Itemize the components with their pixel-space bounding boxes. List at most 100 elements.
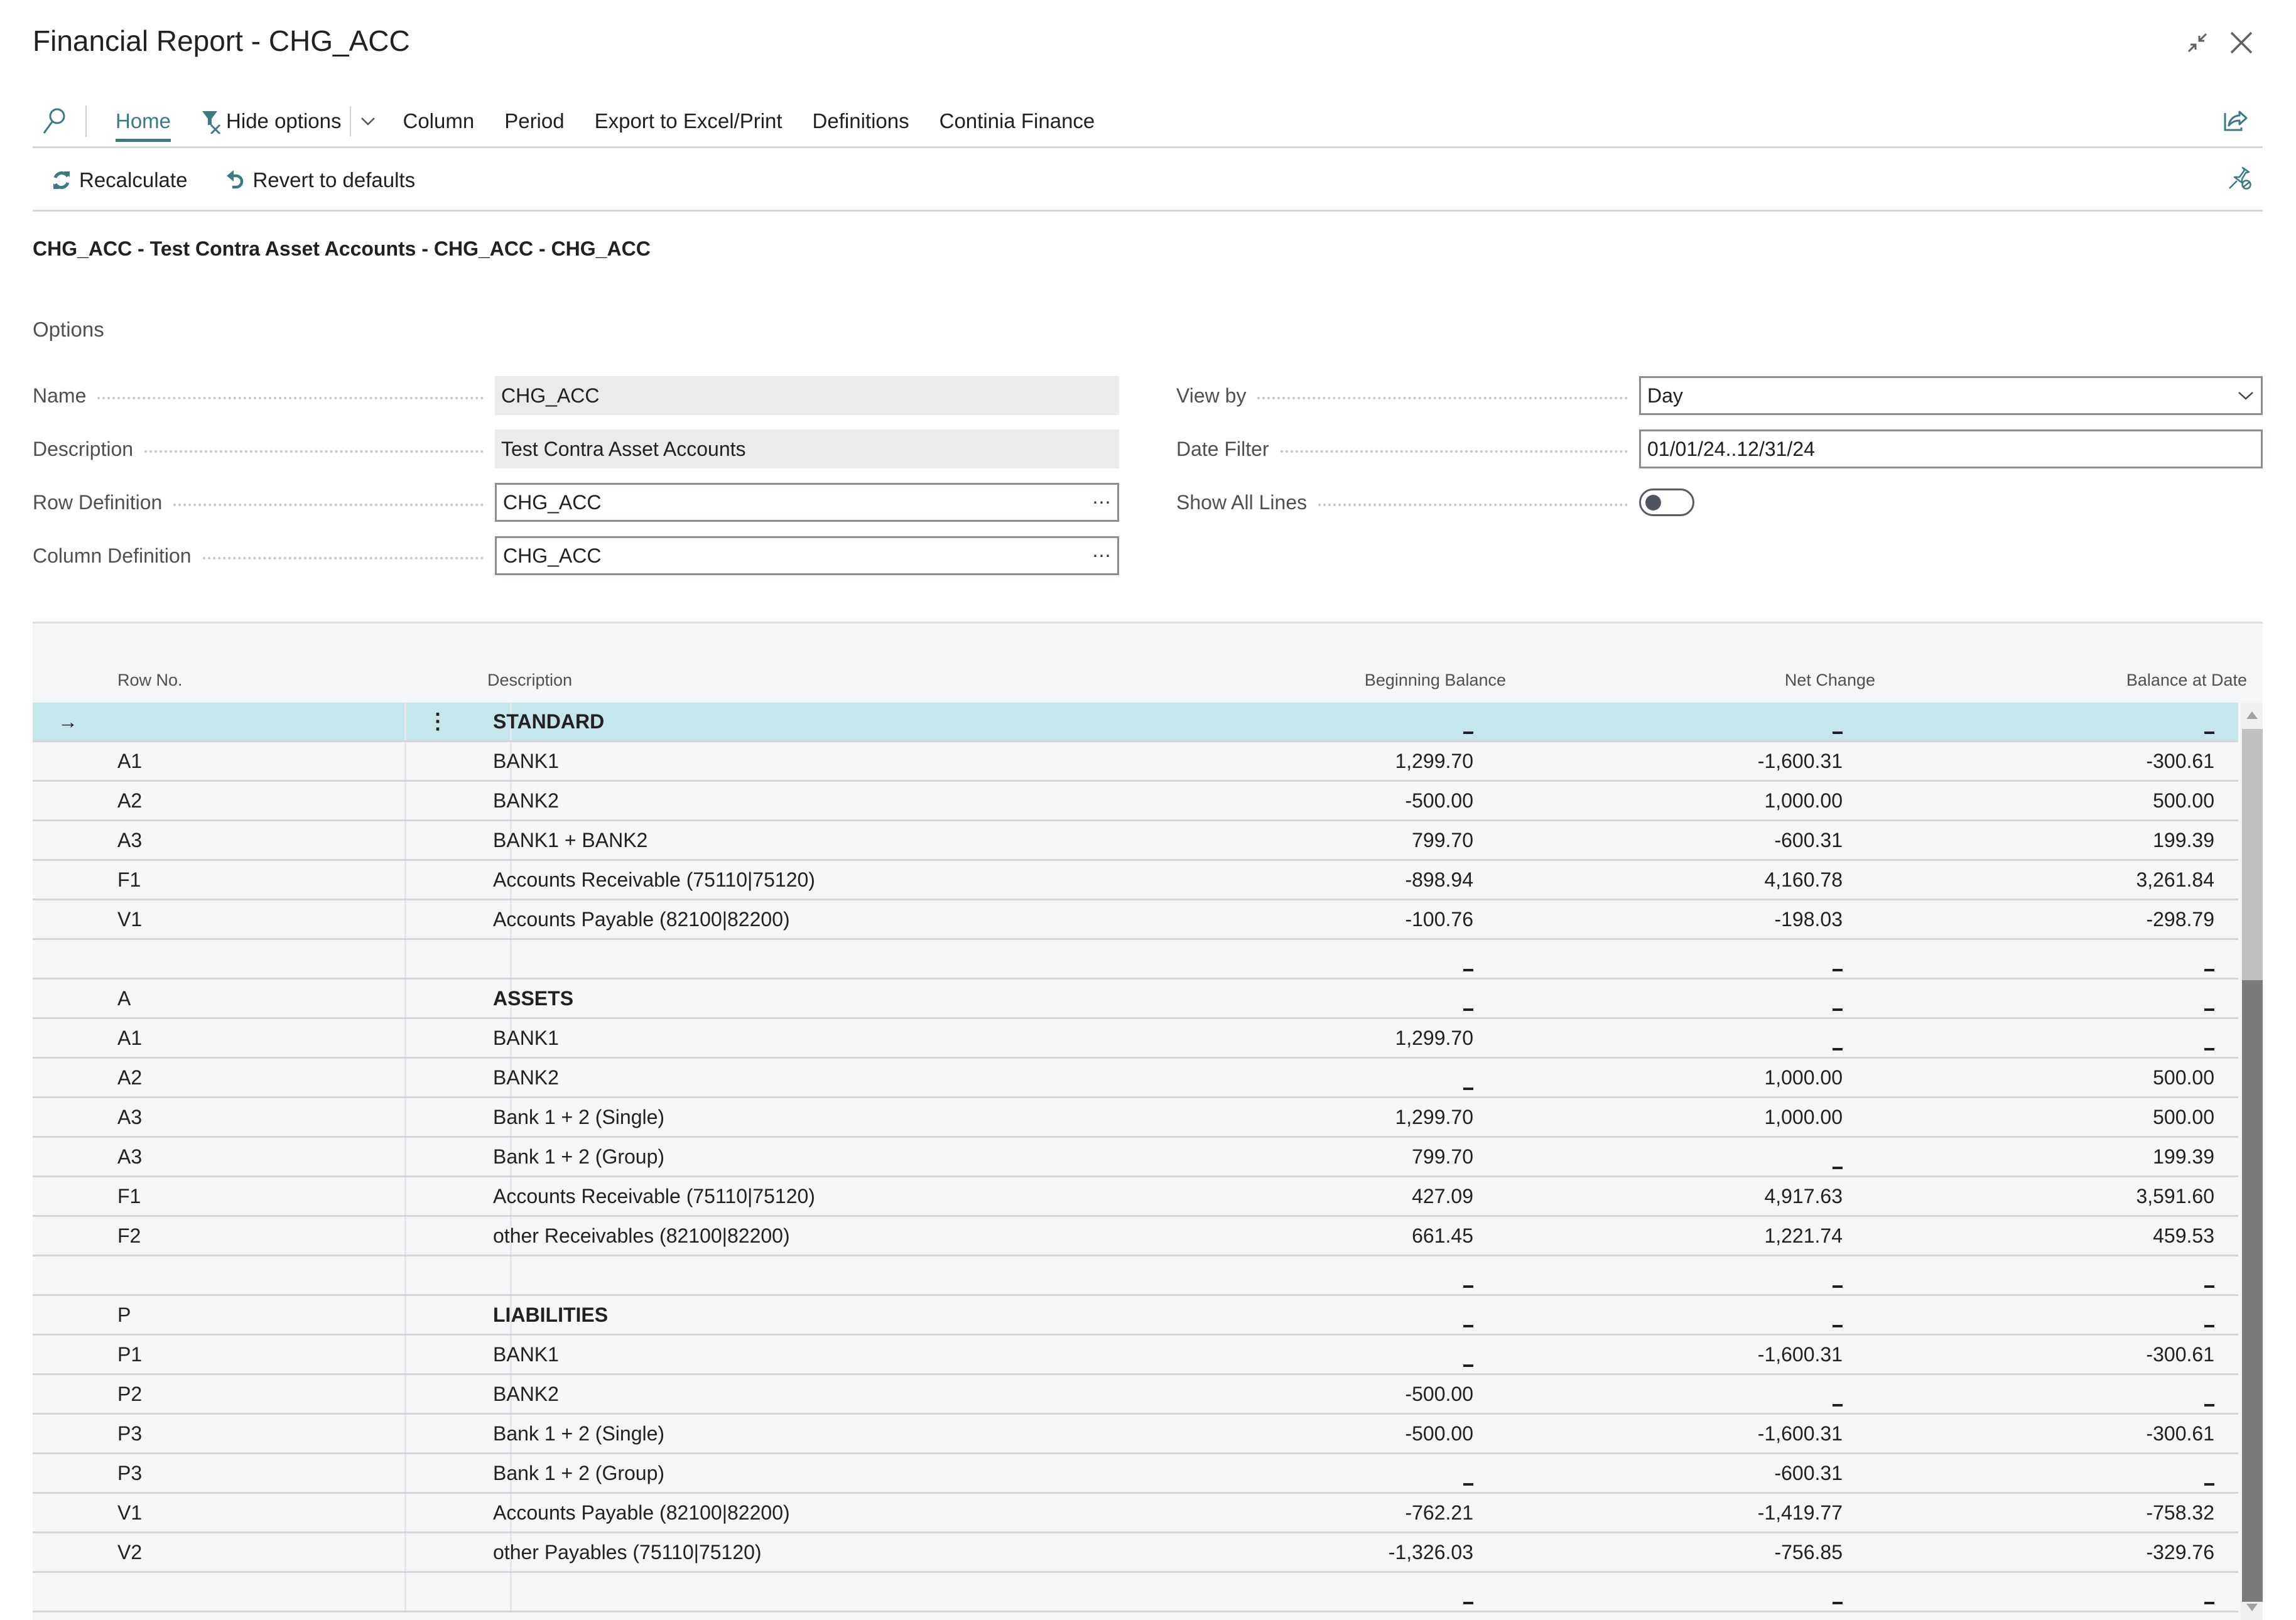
table-row[interactable] [33, 940, 2238, 980]
hide-options-label: Hide options [226, 109, 342, 132]
view-by-select[interactable]: Day [1639, 376, 2263, 415]
chevron-down-icon [2238, 392, 2253, 400]
balance-at-date-cell: 3,261.84 [2136, 868, 2214, 891]
table-row[interactable]: A3 Bank 1 + 2 (Single) 1,299.70 1,000.00 500… [33, 1098, 2238, 1138]
column-definition-label: Column Definition [33, 544, 192, 567]
unpin-icon[interactable] [2228, 166, 2252, 193]
header-beginning-balance[interactable]: Beginning Balance [1365, 671, 1506, 690]
empty-value-dash [2204, 1404, 2214, 1407]
empty-value-dash [2204, 1325, 2214, 1327]
table-row[interactable]: F1 Accounts Receivable (75110|75120) 427.0… [33, 1177, 2238, 1217]
scroll-up-icon[interactable] [2245, 710, 2259, 720]
table-row[interactable]: A2 BANK2 1,000.00 500.00 [33, 1059, 2238, 1098]
header-net-change[interactable]: Net Change [1785, 671, 1875, 690]
table-row[interactable]: A2 BANK2 -500.00 1,000.00 500.00 [33, 782, 2238, 821]
balance-at-date-cell: 500.00 [2153, 789, 2214, 812]
balance-at-date-cell [33, 1019, 2214, 1057]
scrollbar-track-upper[interactable] [2242, 729, 2263, 980]
table-row[interactable]: A3 BANK1 + BANK2 799.70 -600.31 199.39 [33, 821, 2238, 861]
view-by-value: Day [1647, 384, 1683, 407]
table-row[interactable]: V1 Accounts Payable (82100|82200) -762.21-… [33, 1494, 2238, 1533]
table-row[interactable]: P3 Bank 1 + 2 (Single) -500.00 -1,600.31 -30… [33, 1415, 2238, 1454]
table-row[interactable]: A ASSETS [33, 980, 2238, 1019]
balance-at-date-cell [33, 1454, 2214, 1492]
date-filter-value: 01/01/24..12/31/24 [1647, 437, 1815, 460]
toolbar-separator [33, 146, 2263, 148]
tab-definitions[interactable]: Definitions [813, 109, 909, 133]
header-description[interactable]: Description [487, 671, 572, 690]
table-row[interactable]: P3 Bank 1 + 2 (Group) -600.31 [33, 1454, 2238, 1494]
header-balance-at-date[interactable]: Balance at Date [2126, 671, 2247, 690]
balance-at-date-cell: -300.61 [2146, 749, 2214, 772]
hide-options-chevron-icon[interactable] [360, 115, 376, 127]
table-row[interactable]: V1 Accounts Payable (82100|82200) -100.76-… [33, 900, 2238, 940]
name-field: CHG_ACC [495, 376, 1119, 415]
page-title: Financial Report - CHG_ACC [33, 24, 410, 57]
tab-period[interactable]: Period [504, 109, 564, 133]
grid-header: Row No. Description Beginning Balance Ne… [33, 661, 2247, 699]
table-row[interactable]: F2 other Receivables (82100|82200) 661.45 1… [33, 1217, 2238, 1256]
tab-column[interactable]: Column [403, 109, 474, 133]
vertical-scrollbar[interactable] [2241, 703, 2263, 1620]
show-all-lines-toggle[interactable] [1639, 489, 1694, 516]
row-definition-input[interactable]: CHG_ACC ⋯ [495, 483, 1119, 522]
tab-continia-finance[interactable]: Continia Finance [940, 109, 1095, 133]
table-row[interactable]: P2 BANK2 -500.00 [33, 1375, 2238, 1415]
search-icon[interactable] [41, 107, 67, 136]
hide-options-button[interactable]: Hide options [201, 109, 341, 134]
date-filter-label: Date Filter [1176, 437, 1269, 460]
table-row[interactable]: V2 other Payables (75110|75120) -1,326.03-… [33, 1533, 2238, 1573]
action-bar: Recalculate Revert to defaults [51, 163, 453, 197]
share-icon[interactable] [2223, 107, 2248, 135]
toolbar-divider [85, 105, 87, 137]
action-separator [33, 210, 2263, 212]
collapse-icon[interactable] [2182, 28, 2212, 58]
scrollbar-thumb[interactable] [2242, 980, 2263, 1602]
toolbar: Home Hide options Column Period Export t… [33, 100, 1125, 142]
revert-label: Revert to defaults [252, 168, 416, 192]
balance-at-date-cell [33, 940, 2214, 978]
table-row[interactable]: A1 BANK1 1,299.70 -1,600.31 -300.61 [33, 742, 2238, 782]
column-definition-lookup-button[interactable]: ⋯ [1092, 545, 1111, 567]
show-all-lines-field-row: Show All Lines [1176, 482, 2263, 523]
row-definition-lookup-button[interactable]: ⋯ [1092, 492, 1111, 514]
empty-value-dash [2204, 1602, 2214, 1604]
date-filter-field-row: Date Filter 01/01/24..12/31/24 [1176, 428, 2263, 470]
table-row[interactable]: A1 BANK1 1,299.70 [33, 1019, 2238, 1059]
undo-icon [227, 170, 244, 189]
column-definition-input[interactable]: CHG_ACC ⋯ [495, 536, 1119, 575]
table-row[interactable]: P1 BANK1 -1,600.31 -300.61 [33, 1336, 2238, 1375]
report-grid: Row No. Description Beginning Balance Ne… [33, 622, 2263, 1620]
balance-at-date-cell: -329.76 [2146, 1540, 2214, 1563]
tab-export[interactable]: Export to Excel/Print [595, 109, 782, 133]
scroll-down-icon[interactable] [2245, 1602, 2259, 1612]
balance-at-date-cell: -758.32 [2146, 1501, 2214, 1524]
close-icon[interactable] [2226, 28, 2256, 58]
revert-to-defaults-button[interactable]: Revert to defaults [225, 168, 415, 192]
table-row[interactable]: → ⋮ STANDARD [33, 703, 2238, 742]
show-all-lines-label: Show All Lines [1176, 490, 1308, 514]
table-row[interactable] [33, 1256, 2238, 1296]
balance-at-date-cell: 3,591.60 [2136, 1184, 2214, 1207]
view-by-field-row: View by Day [1176, 375, 2263, 416]
table-row[interactable]: F1 Accounts Receivable (75110|75120) -898.… [33, 861, 2238, 900]
recalculate-button[interactable]: Recalculate [51, 168, 187, 192]
table-row[interactable] [33, 1573, 2238, 1612]
header-row-no[interactable]: Row No. [117, 671, 183, 690]
description-field: Test Contra Asset Accounts [495, 429, 1119, 468]
column-definition-value: CHG_ACC [503, 544, 602, 567]
row-definition-field-row: Row Definition CHG_ACC ⋯ [33, 482, 1119, 523]
balance-at-date-cell [33, 980, 2214, 1017]
grid-rows: → ⋮ STANDARD A1 BANK1 1,299.70 -1,600.31 -300.6… [33, 703, 2238, 1612]
description-value: Test Contra Asset Accounts [501, 437, 746, 460]
balance-at-date-cell: 500.00 [2153, 1066, 2214, 1089]
options-heading[interactable]: Options [33, 318, 104, 342]
table-row[interactable]: A3 Bank 1 + 2 (Group) 799.70 199.39 [33, 1138, 2238, 1177]
date-filter-input[interactable]: 01/01/24..12/31/24 [1639, 429, 2263, 468]
table-row[interactable]: P LIABILITIES [33, 1296, 2238, 1336]
balance-at-date-cell [33, 1573, 2214, 1611]
tab-home[interactable]: Home [116, 109, 171, 142]
row-definition-label: Row Definition [33, 490, 163, 514]
empty-value-dash [2204, 1285, 2214, 1288]
balance-at-date-cell [33, 1296, 2214, 1334]
